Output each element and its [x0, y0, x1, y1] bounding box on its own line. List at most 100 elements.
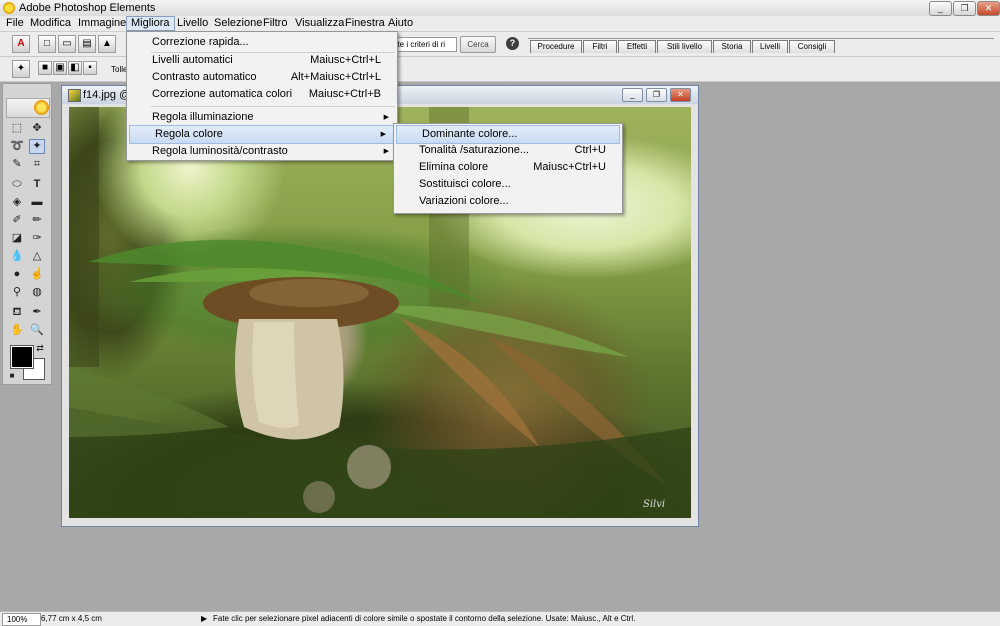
search-button[interactable]: Cerca — [460, 36, 496, 53]
submenu-item-tonalita-saturazione[interactable]: Tonalità /saturazione... Ctrl+U — [394, 142, 622, 159]
tab-storia[interactable]: Storia — [713, 40, 751, 53]
status-arrow-icon[interactable]: ▶ — [201, 612, 207, 626]
marquee-tool-icon[interactable]: ⬚ — [9, 121, 25, 136]
menu-item-regola-colore[interactable]: Regola colore ▶ — [129, 125, 395, 144]
tab-stili-livello[interactable]: Stili livello — [657, 40, 712, 53]
eyedropper-tool-icon[interactable]: ✒ — [29, 305, 45, 320]
menu-item-label: Contrasto automatico — [152, 71, 257, 83]
open-folder-icon[interactable]: ▭ — [58, 35, 76, 53]
migliora-menu: Correzione rapida... Livelli automatici … — [126, 31, 398, 161]
eraser-tool-icon[interactable]: ◪ — [9, 231, 25, 246]
tab-consigli[interactable]: Consigli — [789, 40, 835, 53]
menu-modifica[interactable]: Modifica — [26, 16, 75, 31]
tolerance-label: Tolle — [111, 65, 128, 74]
document-close-button[interactable]: ✕ — [670, 88, 691, 102]
document-maximize-button[interactable]: ❐ — [646, 88, 667, 102]
sharpen-tool-icon[interactable]: △ — [29, 249, 45, 264]
menu-item-label: Regola luminosità/contrasto — [152, 145, 288, 157]
dodge-tool-icon[interactable]: ⚲ — [9, 285, 25, 300]
magic-wand-tool-icon[interactable]: ✦ — [29, 139, 45, 154]
minimize-button[interactable]: _ — [929, 1, 952, 16]
zoom-level-field[interactable]: 100% — [2, 613, 41, 626]
photoshop-elements-logo-icon — [3, 2, 15, 14]
menu-selezione[interactable]: Selezione — [210, 16, 266, 31]
foreground-color-swatch[interactable] — [10, 345, 34, 369]
menu-finestra[interactable]: Finestra — [341, 16, 389, 31]
menu-item-label: Regola colore — [155, 128, 223, 140]
menu-immagine[interactable]: Immagine — [74, 16, 130, 31]
status-bar: 100% 6,77 cm x 4,5 cm ▶ Fate clic per se… — [0, 611, 1000, 626]
burn-tool-icon[interactable]: ◍ — [29, 285, 45, 300]
menu-item-shortcut: Maiusc+Ctrl+B — [308, 88, 381, 100]
brush-select-tool-icon[interactable]: ✎ — [9, 157, 25, 172]
photographer-signature: Silvi — [643, 499, 666, 510]
sponge-tool-icon[interactable]: ● — [9, 267, 25, 282]
menu-file[interactable]: File — [2, 16, 28, 31]
pencil-tool-icon[interactable]: ✏ — [29, 213, 45, 228]
smudge-tool-icon[interactable]: ☝ — [29, 267, 45, 282]
type-tool-icon[interactable]: T — [29, 177, 45, 192]
menu-visualizza[interactable]: Visualizza — [291, 16, 348, 31]
submenu-item-sostituisci-colore[interactable]: Sostituisci colore... — [394, 176, 622, 193]
zoom-tool-icon[interactable]: 🔍 — [29, 323, 45, 338]
menu-separator — [151, 106, 395, 107]
new-file-icon[interactable]: □ — [38, 35, 56, 53]
close-button[interactable]: ✕ — [977, 1, 1000, 16]
document-minimize-button[interactable]: _ — [622, 88, 643, 102]
menu-item-label: Dominante colore... — [422, 128, 518, 140]
print-icon[interactable]: ▤ — [78, 35, 96, 53]
document-dimensions: 6,77 cm x 4,5 cm — [41, 614, 102, 623]
blur-tool-icon[interactable]: 💧 — [9, 249, 25, 264]
menu-aiuto[interactable]: Aiuto — [384, 16, 417, 31]
lasso-tool-icon[interactable]: ➰ — [9, 139, 25, 154]
adobe-icon[interactable]: A — [12, 35, 30, 53]
paint-bucket-tool-icon[interactable]: ◈ — [9, 195, 25, 210]
search-input[interactable]: ate i criteri di ri — [392, 37, 457, 52]
tab-procedure[interactable]: Procedure — [530, 40, 582, 53]
menu-livello[interactable]: Livello — [173, 16, 212, 31]
add-selection-icon[interactable]: ▣ — [53, 61, 67, 75]
gradient-tool-icon[interactable]: ▬ — [29, 195, 45, 210]
new-selection-icon[interactable]: ■ — [38, 61, 52, 75]
red-eye-tool-icon[interactable]: ⬭ — [9, 177, 25, 192]
menu-item-livelli-automatici[interactable]: Livelli automatici Maiusc+Ctrl+L — [127, 52, 397, 69]
menu-item-label: Livelli automatici — [152, 54, 233, 66]
toolbox: ⬚ ✥ ➰ ✦ ✎ ⌗ ⬭ T ◈ ▬ ✐ ✏ ◪ ✑ 💧 △ ● ☝ ⚲ ◍ … — [2, 83, 52, 385]
submenu-item-elimina-colore[interactable]: Elimina colore Maiusc+Ctrl+U — [394, 159, 622, 176]
menu-item-shortcut: Ctrl+U — [574, 144, 606, 156]
move-tool-icon[interactable]: ✥ — [29, 121, 45, 136]
menu-item-shortcut: Alt+Maiusc+Ctrl+L — [290, 71, 381, 83]
tab-livelli[interactable]: Livelli — [752, 40, 788, 53]
tab-effetti[interactable]: Effetti — [618, 40, 656, 53]
menu-item-correzione-rapida[interactable]: Correzione rapida... — [127, 34, 397, 51]
menu-bar: File Modifica Immagine Migliora Livello … — [0, 16, 1000, 32]
hand-tool-icon[interactable]: ✋ — [9, 323, 25, 338]
help-icon[interactable]: ? — [506, 37, 519, 50]
submenu-item-variazioni-colore[interactable]: Variazioni colore... — [394, 193, 622, 210]
menu-item-contrasto-automatico[interactable]: Contrasto automatico Alt+Maiusc+Ctrl+L — [127, 69, 397, 86]
menu-item-shortcut: Maiusc+Ctrl+L — [310, 54, 381, 66]
regola-colore-submenu: Dominante colore... Tonalità /saturazion… — [393, 123, 623, 214]
menu-migliora[interactable]: Migliora — [126, 16, 175, 31]
tab-filtri[interactable]: Filtri — [583, 40, 617, 53]
brush-tool-icon[interactable]: ✐ — [9, 213, 25, 228]
menu-filtro[interactable]: Filtro — [259, 16, 291, 31]
crop-tool-icon[interactable]: ⌗ — [29, 157, 45, 172]
magic-wand-icon[interactable]: ✦ — [12, 60, 30, 78]
menu-item-correzione-automatica-colori[interactable]: Correzione automatica colori Maiusc+Ctrl… — [127, 86, 397, 103]
menu-item-regola-luminosita-contrasto[interactable]: Regola luminosità/contrasto ▶ — [127, 143, 397, 160]
subtract-selection-icon[interactable]: ◧ — [68, 61, 82, 75]
swap-colors-icon[interactable]: ⇄ — [35, 341, 45, 356]
menu-item-label: Variazioni colore... — [419, 195, 509, 207]
import-icon[interactable]: ▲ — [98, 35, 116, 53]
clone-stamp-tool-icon[interactable]: ⛾ — [9, 305, 25, 320]
menu-item-label: Regola illuminazione — [152, 111, 254, 123]
submenu-arrow-icon: ▶ — [383, 148, 389, 155]
menu-item-regola-illuminazione[interactable]: Regola illuminazione ▶ — [127, 109, 397, 126]
default-colors-icon[interactable]: ■ — [7, 368, 17, 383]
impressionist-brush-tool-icon[interactable]: ✑ — [29, 231, 45, 246]
status-hint-text: Fate clic per selezionare pixel adiacent… — [213, 614, 636, 623]
intersect-selection-icon[interactable]: ▪ — [83, 61, 97, 75]
menu-item-label: Elimina colore — [419, 161, 489, 173]
maximize-button[interactable]: ❐ — [953, 1, 976, 16]
